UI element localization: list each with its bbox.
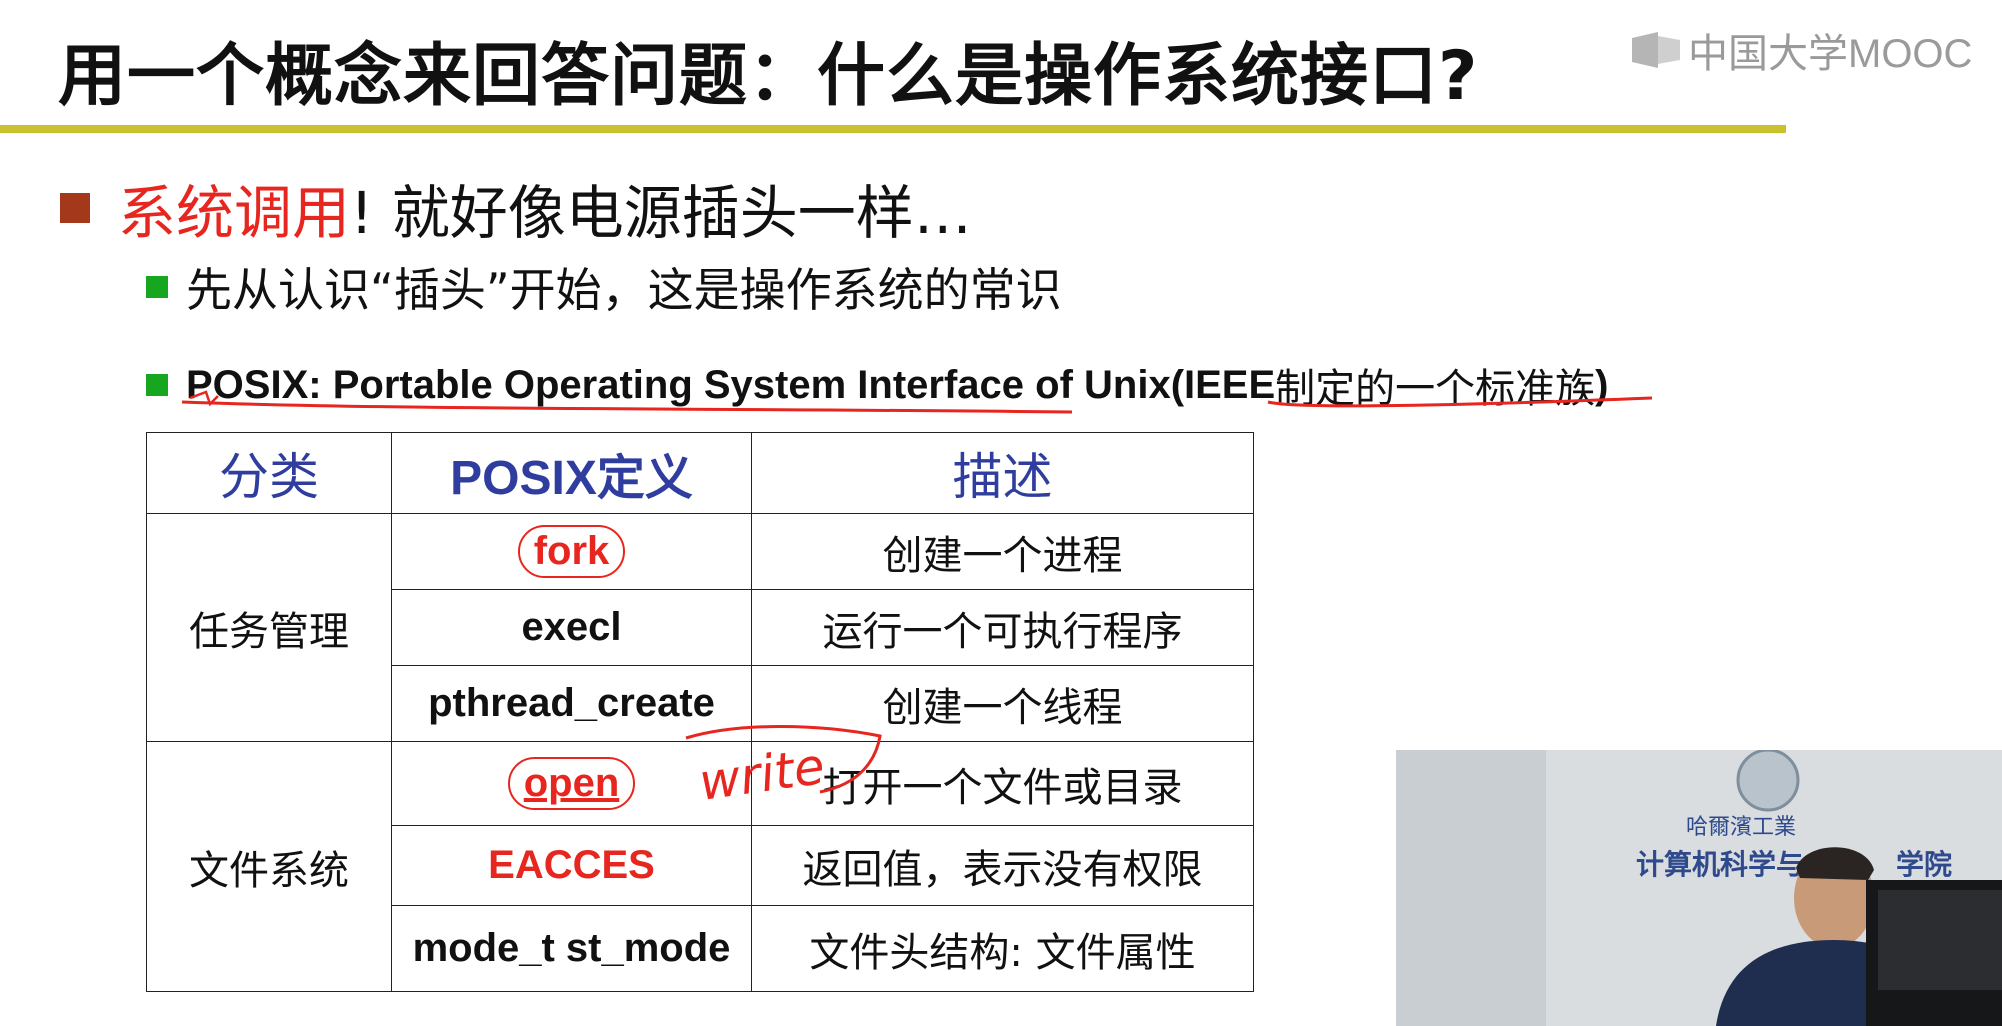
mooc-watermark: 中国大学MOOC <box>1628 20 1972 80</box>
table-header-category: 分类 <box>146 432 392 514</box>
sub-bullet-square-icon <box>146 374 168 396</box>
open-circle-annotation: open <box>507 757 636 810</box>
table-header-posix: POSIX定义 <box>391 432 752 514</box>
video-banner-top: 哈爾濱工業 <box>1686 815 1796 840</box>
table-header-row: 分类 POSIX定义 描述 <box>146 432 1254 514</box>
university-emblem-icon <box>1736 750 1800 812</box>
posix-close-paren: ) <box>1595 362 1609 407</box>
table-category-cell: 任务管理 <box>146 513 392 742</box>
instructor-video-scene: 哈爾濱工業 计算机科学与 学院 <box>1396 750 2002 1026</box>
sub-bullet-posix: POSIX: Portable Operating System Interfa… <box>146 356 1609 414</box>
table-category-cell: 文件系统 <box>146 741 392 992</box>
bullet-system-call: 系统调用 ! 就好像电源插头一样… <box>60 166 972 250</box>
sub-bullet-square-icon <box>146 276 168 298</box>
table-function-cell: EACCES <box>391 825 752 906</box>
table-function-cell: execl <box>391 589 752 666</box>
mooc-watermark-text: 中国大学MOOC <box>1688 32 1973 76</box>
slide-title: 用一个概念来回答问题：什么是操作系统接口? <box>58 37 1479 116</box>
table-row: 任务管理 fork 创建一个进程 <box>146 513 1254 742</box>
table-description-cell: 创建一个线程 <box>751 665 1254 742</box>
instructor-video-overlay: 哈爾濱工業 计算机科学与 学院 <box>1396 750 2002 1026</box>
table-description-cell: 文件头结构: 文件属性 <box>751 905 1254 992</box>
posix-definition-text: POSIX: Portable Operating System Interfa… <box>186 362 1276 407</box>
table-row: 文件系统 open 打开一个文件或目录 <box>146 741 1254 992</box>
video-banner-main: 计算机科学与 <box>1636 848 1804 881</box>
title-underline-rule <box>0 125 1786 133</box>
bullet-text: ! 就好像电源插头一样… <box>350 179 972 247</box>
table-function-cell: mode_t st_mode <box>391 905 752 992</box>
posix-standard-text: 制定的一个标准族 <box>1275 366 1596 412</box>
table-description-cell: 运行一个可执行程序 <box>751 589 1254 666</box>
sub-bullet-plug: 先从认识“插头”开始，这是操作系统的常识 <box>146 254 1062 320</box>
table-function-cell: fork <box>391 513 752 590</box>
posix-table: 分类 POSIX定义 描述 任务管理 fork 创建一个进程 execl 运行一… <box>146 432 1254 992</box>
table-header-description: 描述 <box>751 432 1254 514</box>
table-description-cell: 返回值，表示没有权限 <box>751 825 1254 906</box>
table-function-cell: pthread_create <box>391 665 752 742</box>
table-description-cell: 打开一个文件或目录 <box>751 741 1254 826</box>
mooc-logo-icon <box>1632 32 1680 68</box>
fork-circle-annotation: fork <box>517 525 626 578</box>
bullet-square-icon <box>60 193 90 223</box>
table-function-cell: open <box>391 741 752 826</box>
bullet-highlight: 系统调用 <box>118 179 351 247</box>
sub-bullet-text: 先从认识“插头”开始，这是操作系统的常识 <box>186 263 1062 317</box>
table-description-cell: 创建一个进程 <box>751 513 1254 590</box>
video-banner-suffix: 学院 <box>1896 848 1952 881</box>
